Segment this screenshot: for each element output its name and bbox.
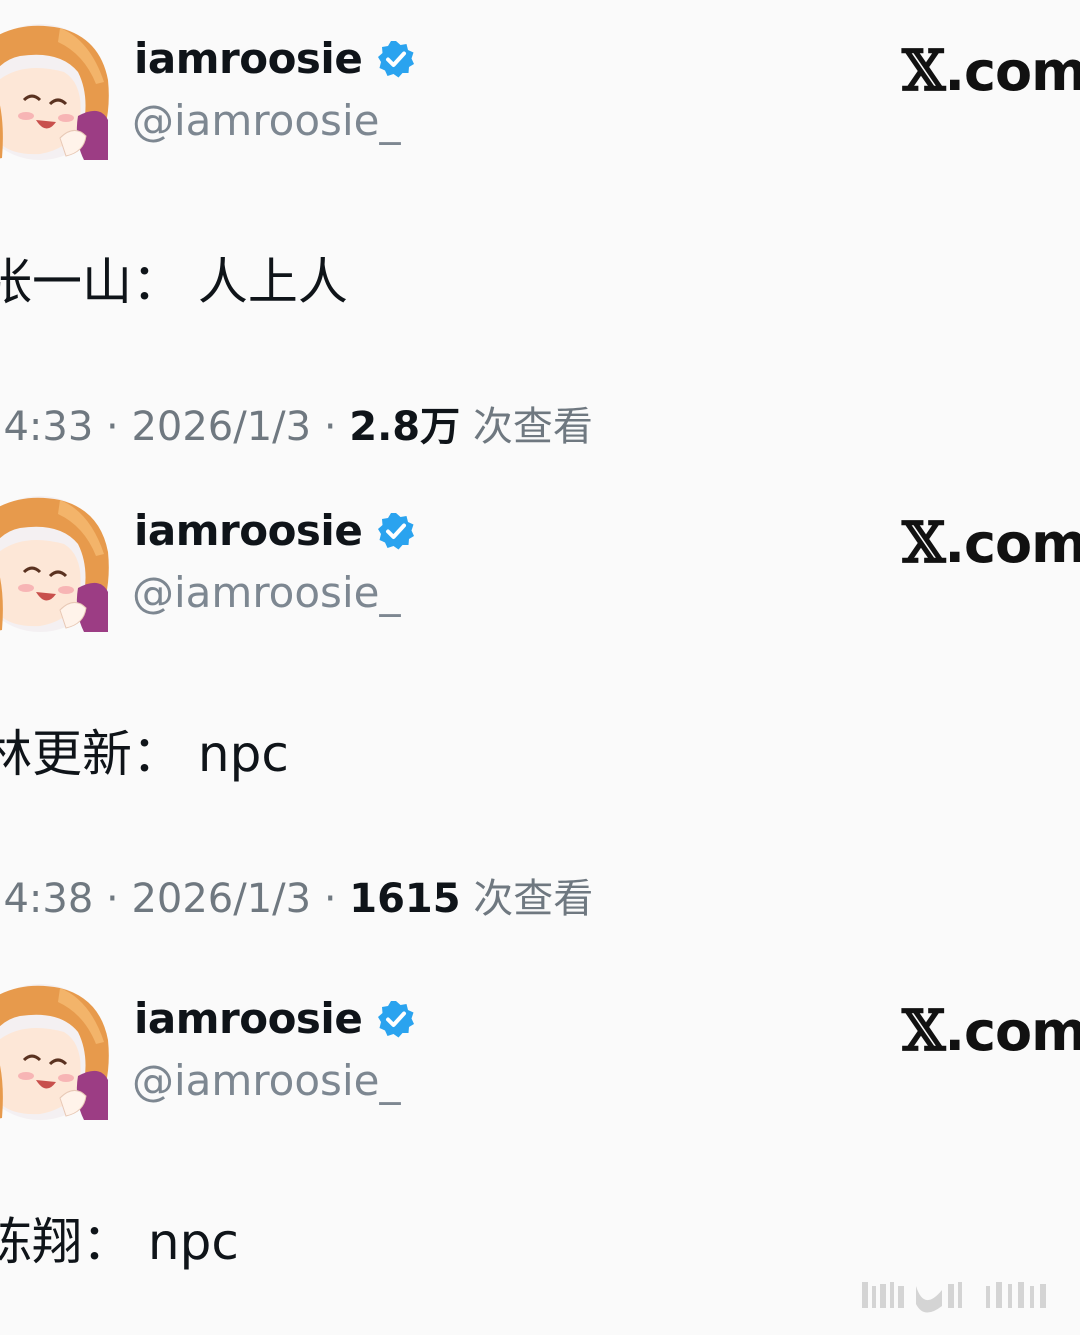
watermark-icon — [862, 1282, 1046, 1313]
display-name[interactable]: iamroosie — [134, 994, 363, 1043]
name-row: iamroosie — [134, 994, 416, 1043]
post-time: 14:38 — [0, 876, 94, 922]
handle[interactable]: @iamroosie_ — [132, 1056, 400, 1105]
verified-badge-icon — [376, 39, 416, 79]
meta-separator: · — [323, 876, 350, 922]
verified-badge-icon — [376, 999, 416, 1039]
view-label: 次查看 — [472, 404, 593, 450]
post-text: 陈翔： npc — [0, 1213, 239, 1271]
post-text: 张一山： 人上人 — [0, 253, 348, 311]
avatar[interactable] — [0, 20, 110, 160]
display-name[interactable]: iamroosie — [134, 506, 363, 555]
view-count[interactable]: 1615 — [349, 876, 460, 922]
handle[interactable]: @iamroosie_ — [132, 96, 400, 145]
display-name[interactable]: iamroosie — [134, 34, 363, 83]
name-row: iamroosie — [134, 506, 416, 555]
avatar[interactable] — [0, 980, 110, 1120]
brand-domain: .com — [944, 1000, 1080, 1063]
brand-logo: 𝕏.com — [902, 510, 1080, 576]
meta-separator: · — [106, 876, 132, 922]
view-label: 次查看 — [473, 876, 594, 922]
name-row: iamroosie — [134, 34, 416, 83]
brand-domain: .com — [944, 40, 1080, 103]
post-time: 14:33 — [0, 404, 94, 450]
meta-separator: · — [323, 404, 350, 450]
x-logo-icon: 𝕏 — [902, 38, 945, 104]
handle[interactable]: @iamroosie_ — [132, 568, 400, 617]
brand-logo: 𝕏.com — [902, 38, 1080, 104]
verified-badge-icon — [376, 511, 416, 551]
post-date: 2026/1/3 — [131, 876, 312, 922]
post-text: 林更新： npc — [0, 725, 289, 783]
brand-domain: .com — [944, 512, 1080, 575]
avatar[interactable] — [0, 492, 110, 632]
x-logo-icon: 𝕏 — [902, 998, 945, 1064]
post-date: 2026/1/3 — [131, 404, 312, 450]
view-count[interactable]: 2.8万 — [349, 404, 460, 450]
meta-separator: · — [106, 404, 132, 450]
post-meta: 14:33 · 2026/1/3 · 2.8万 次查看 — [0, 394, 593, 452]
brand-logo: 𝕏.com — [902, 998, 1080, 1064]
x-logo-icon: 𝕏 — [902, 510, 945, 576]
post-meta: 14:38 · 2026/1/3 · 1615 次查看 — [0, 866, 593, 924]
